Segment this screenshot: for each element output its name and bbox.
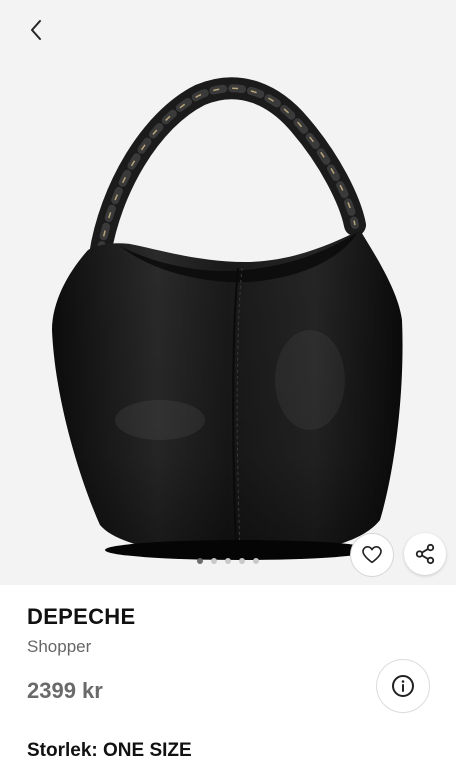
chevron-left-icon — [31, 20, 41, 40]
product-type: Shopper — [27, 637, 92, 656]
pagination-dot[interactable] — [253, 558, 259, 564]
info-icon — [392, 675, 414, 697]
product-brand[interactable]: DEPECHE — [27, 604, 135, 630]
pagination-dot[interactable] — [225, 558, 231, 564]
product-gallery[interactable] — [0, 0, 456, 585]
share-icon — [415, 543, 435, 565]
favorite-button[interactable] — [350, 533, 394, 577]
pagination-dot[interactable] — [239, 558, 245, 564]
share-button[interactable] — [404, 533, 446, 575]
product-price: 2399 kr — [27, 678, 103, 703]
info-button[interactable] — [376, 659, 430, 713]
heart-icon — [362, 546, 382, 564]
pagination-dot[interactable] — [211, 558, 217, 564]
back-button[interactable] — [20, 14, 52, 46]
product-image — [52, 77, 403, 560]
size-label: Storlek: ONE SIZE — [27, 740, 192, 761]
pagination-dot[interactable] — [197, 558, 203, 564]
